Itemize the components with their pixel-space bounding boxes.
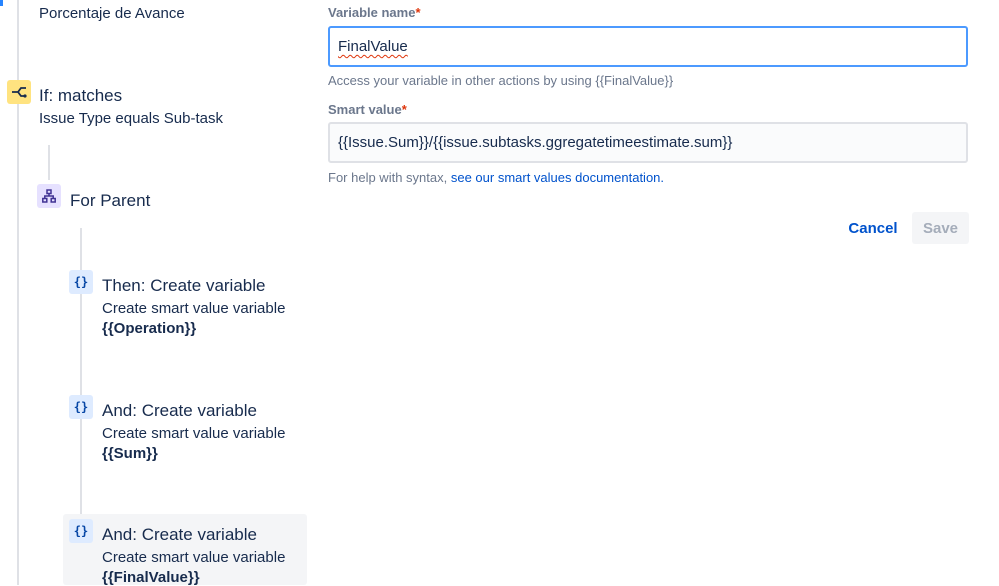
condition-item[interactable]: If: matches Issue Type equals Sub-task: [7, 80, 257, 130]
required-mark: *: [415, 5, 421, 20]
braces-icon: {}: [69, 270, 93, 294]
branch-item[interactable]: For Parent: [37, 184, 287, 214]
smart-value-help: For help with syntax, see our smart valu…: [328, 170, 664, 185]
corner-indicator: [0, 0, 3, 6]
branch-icon: [7, 80, 31, 104]
variable-name-help: Access your variable in other actions by…: [328, 73, 674, 88]
action-variable: {{Operation}}: [102, 320, 197, 337]
smart-value-value: {{Issue.Sum}}/{{issue.subtasks.ggregatet…: [338, 134, 733, 151]
action-title: And: Create variable: [102, 525, 257, 544]
action-title: Then: Create variable: [102, 276, 266, 295]
previous-rule-description: Porcentaje de Avance: [39, 5, 185, 22]
save-button[interactable]: Save: [912, 212, 969, 244]
action-item[interactable]: {} And: Create variable Create smart val…: [69, 395, 304, 465]
action-variable: {{FinalValue}}: [102, 569, 200, 586]
smart-value-help-text: For help with syntax,: [328, 170, 448, 185]
cancel-button[interactable]: Cancel: [842, 212, 904, 244]
action-variable: {{Sum}}: [102, 445, 158, 462]
condition-title: If: matches: [39, 86, 123, 105]
variable-name-label: Variable name*: [328, 5, 421, 20]
smart-value-input[interactable]: {{Issue.Sum}}/{{issue.subtasks.ggregatet…: [328, 122, 968, 163]
branch-title: For Parent: [70, 191, 151, 210]
smart-value-label-text: Smart value: [328, 102, 402, 117]
action-subtitle: Create smart value variable: [102, 425, 286, 442]
action-item[interactable]: {} Then: Create variable Create smart va…: [69, 270, 304, 340]
variable-name-value: FinalValue: [338, 38, 408, 55]
braces-icon: {}: [69, 395, 93, 419]
variable-name-label-text: Variable name: [328, 5, 416, 20]
condition-subtitle: Issue Type equals Sub-task: [39, 110, 223, 127]
action-item-selected[interactable]: {} And: Create variable Create smart val…: [69, 519, 304, 586]
action-subtitle: Create smart value variable: [102, 300, 286, 317]
action-subtitle: Create smart value variable: [102, 549, 286, 566]
variable-name-input[interactable]: FinalValue: [328, 26, 968, 67]
action-title: And: Create variable: [102, 401, 257, 420]
tree-connector: [48, 145, 50, 180]
required-mark: *: [401, 102, 407, 117]
smart-value-label: Smart value*: [328, 102, 407, 117]
smart-values-docs-link[interactable]: see our smart values documentation.: [451, 170, 664, 185]
braces-icon: {}: [69, 519, 93, 543]
hierarchy-icon: [37, 184, 61, 208]
